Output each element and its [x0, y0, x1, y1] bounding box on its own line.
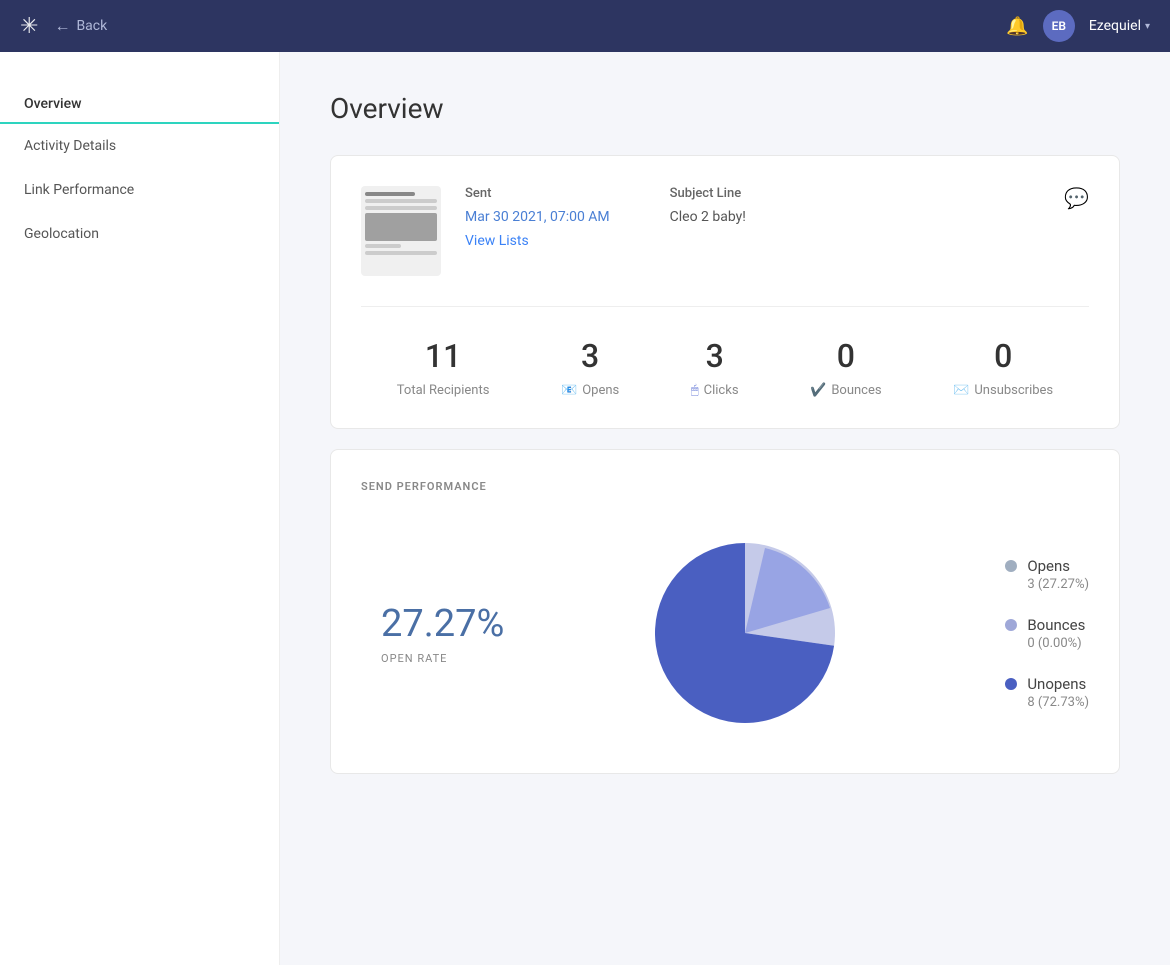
legend-unopens: Unopens 8 (72.73%) [1005, 675, 1089, 710]
main-content: Overview Sent Mar 30 2021, 07:00 AM [280, 52, 1170, 965]
sidebar: Overview Activity Details Link Performan… [0, 52, 280, 965]
stat-bounces: 0 ✔️ Bounces [810, 337, 881, 398]
subject-value: Cleo 2 baby! [670, 209, 746, 225]
email-meta: Sent Mar 30 2021, 07:00 AM View Lists Su… [465, 186, 1040, 249]
chart-legend: Opens 3 (27.27%) Bounces 0 (0.00%) [1005, 557, 1089, 710]
pie-chart [635, 523, 855, 743]
user-name-label: Ezequiel [1089, 18, 1141, 34]
stat-total-label: Total Recipients [397, 383, 490, 398]
legend-opens: Opens 3 (27.27%) [1005, 557, 1089, 592]
stat-bounces-value: 0 [810, 337, 881, 375]
sidebar-item-geolocation[interactable]: Geolocation [0, 212, 279, 256]
back-button[interactable]: ← Back [54, 16, 107, 36]
open-rate-block: 27.27% OPEN RATE [381, 602, 504, 665]
stat-clicks-label: 🖱 Clicks [691, 383, 739, 398]
thumb-bar-1 [365, 192, 415, 196]
email-stats-card: Sent Mar 30 2021, 07:00 AM View Lists Su… [330, 155, 1120, 429]
avatar: EB [1043, 10, 1075, 42]
main-layout: Overview Activity Details Link Performan… [0, 52, 1170, 965]
legend-opens-value: 3 (27.27%) [1027, 577, 1089, 592]
legend-bounces-value: 0 (0.00%) [1027, 636, 1089, 651]
stat-unsub-value: 0 [953, 337, 1053, 375]
stat-unsub-label: ✉️ Unsubscribes [953, 383, 1053, 398]
thumb-bar-5 [365, 251, 437, 255]
clicks-icon: 🖱 [691, 383, 699, 398]
open-rate-value: 27.27% [381, 602, 504, 646]
topnav-right: 🔔 EB Ezequiel ▾ [1006, 10, 1150, 42]
logo-icon: ✳ [20, 14, 38, 39]
subject-label: Subject Line [670, 186, 746, 201]
back-label: Back [76, 18, 107, 34]
legend-opens-name: Opens [1027, 557, 1070, 575]
page-title: Overview [330, 92, 1120, 125]
bounces-icon: ✔️ [810, 383, 826, 398]
legend-bounces-name: Bounces [1027, 616, 1085, 634]
perf-content-wrapper: SEND PERFORMANCE 27.27% OPEN RATE [331, 450, 1119, 773]
open-rate-label: OPEN RATE [381, 652, 504, 665]
legend-unopens-row: Unopens [1005, 675, 1089, 693]
thumb-bar-4 [365, 244, 401, 248]
legend-unopens-dot [1005, 678, 1017, 690]
topnav: ✳ ← Back 🔔 EB Ezequiel ▾ [0, 0, 1170, 52]
subject-group: Subject Line Cleo 2 baby! [670, 186, 746, 249]
send-performance-card: SEND PERFORMANCE 27.27% OPEN RATE [330, 449, 1120, 774]
legend-bounces-dot [1005, 619, 1017, 631]
stat-opens-label: 📧 Opens [561, 383, 619, 398]
perf-section-title: SEND PERFORMANCE [361, 480, 1089, 493]
legend-opens-row: Opens [1005, 557, 1089, 575]
notification-icon[interactable]: 🔔 [1006, 16, 1028, 37]
stat-unsubscribes: 0 ✉️ Unsubscribes [953, 337, 1053, 398]
pie-chart-container [544, 523, 945, 743]
stat-bounces-label: ✔️ Bounces [810, 383, 881, 398]
sent-group: Sent Mar 30 2021, 07:00 AM View Lists [465, 186, 610, 249]
legend-bounces-row: Bounces [1005, 616, 1089, 634]
legend-unopens-value: 8 (72.73%) [1027, 695, 1089, 710]
stat-total-value: 11 [397, 337, 490, 375]
legend-bounces: Bounces 0 (0.00%) [1005, 616, 1089, 651]
stats-row: 11 Total Recipients 3 📧 Opens 3 🖱 [331, 307, 1119, 428]
back-arrow-icon: ← [54, 16, 70, 36]
stat-total-recipients: 11 Total Recipients [397, 337, 490, 398]
sidebar-item-overview[interactable]: Overview [0, 82, 279, 124]
stat-clicks: 3 🖱 Clicks [691, 337, 739, 398]
perf-main: 27.27% OPEN RATE [361, 523, 1089, 743]
sent-date: Mar 30 2021, 07:00 AM [465, 209, 610, 225]
topnav-left: ✳ ← Back [20, 14, 107, 39]
stat-clicks-value: 3 [691, 337, 739, 375]
sidebar-item-activity-details[interactable]: Activity Details [0, 124, 279, 168]
message-icon[interactable]: 💬 [1064, 186, 1089, 210]
view-lists-link[interactable]: View Lists [465, 233, 610, 249]
thumb-img [365, 213, 437, 241]
sidebar-item-link-performance[interactable]: Link Performance [0, 168, 279, 212]
user-name[interactable]: Ezequiel ▾ [1089, 18, 1150, 34]
stat-opens-value: 3 [561, 337, 619, 375]
legend-unopens-name: Unopens [1027, 675, 1086, 693]
opens-icon: 📧 [561, 383, 577, 398]
stat-opens: 3 📧 Opens [561, 337, 619, 398]
unsubscribes-icon: ✉️ [953, 383, 969, 398]
email-info: Sent Mar 30 2021, 07:00 AM View Lists Su… [331, 156, 1119, 306]
sent-label: Sent [465, 186, 610, 201]
thumb-bar-3 [365, 206, 437, 210]
legend-opens-dot [1005, 560, 1017, 572]
thumb-bar-2 [365, 199, 437, 203]
email-thumbnail [361, 186, 441, 276]
chevron-down-icon: ▾ [1145, 21, 1150, 32]
